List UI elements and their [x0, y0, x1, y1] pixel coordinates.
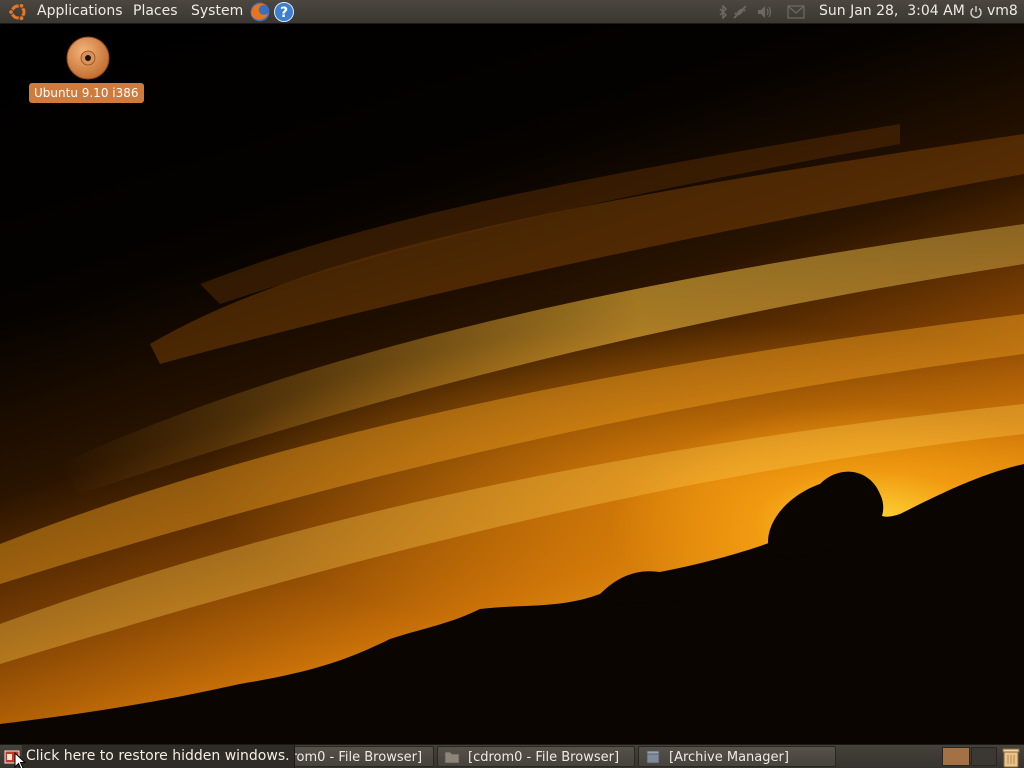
ubuntu-logo-icon[interactable]	[8, 2, 28, 22]
task-file-browser-2[interactable]: [cdrom0 - File Browser]	[437, 746, 635, 767]
mail-icon[interactable]	[787, 5, 805, 19]
clock[interactable]: Sun Jan 28, 3:04 AM	[819, 0, 965, 23]
firefox-launcher-icon[interactable]	[249, 1, 271, 23]
archive-icon	[646, 750, 660, 764]
menu-applications[interactable]: Applications	[37, 0, 123, 23]
desktop-icon-label: Ubuntu 9.10 i386	[29, 83, 144, 103]
desktop-screen: Applications Places System ? Sun Jan 28,…	[0, 0, 1024, 768]
bluetooth-icon[interactable]	[716, 5, 730, 19]
trash-icon[interactable]	[1000, 746, 1022, 768]
task-label: [Archive Manager]	[669, 750, 789, 765]
mouse-cursor-icon	[14, 752, 26, 768]
workspace-1[interactable]	[942, 747, 970, 766]
cd-disc-icon	[66, 36, 110, 80]
desktop-wallpaper	[0, 24, 1024, 744]
bottom-panel: [cdrom0 - File Browser] [cdrom0 - File B…	[0, 744, 1024, 768]
task-archive-manager[interactable]: [Archive Manager]	[638, 746, 836, 767]
folder-icon	[444, 751, 460, 764]
top-panel: Applications Places System ? Sun Jan 28,…	[0, 0, 1024, 24]
menu-system[interactable]: System	[191, 0, 243, 23]
desktop-icon-ubuntu-cd[interactable]: Ubuntu 9.10 i386	[28, 36, 150, 106]
network-disconnected-icon[interactable]	[732, 4, 748, 20]
power-icon[interactable]	[969, 5, 983, 19]
volume-icon[interactable]	[756, 4, 774, 20]
show-desktop-tooltip: Click here to restore hidden windows.	[22, 745, 295, 768]
svg-text:?: ?	[280, 5, 288, 21]
user-name[interactable]: vm8	[987, 0, 1018, 23]
sunset-wallpaper-art	[0, 124, 1024, 744]
task-label: [cdrom0 - File Browser]	[468, 750, 620, 765]
workspace-2[interactable]	[971, 747, 997, 766]
help-launcher-icon[interactable]: ?	[273, 1, 295, 23]
menu-places[interactable]: Places	[133, 0, 178, 23]
